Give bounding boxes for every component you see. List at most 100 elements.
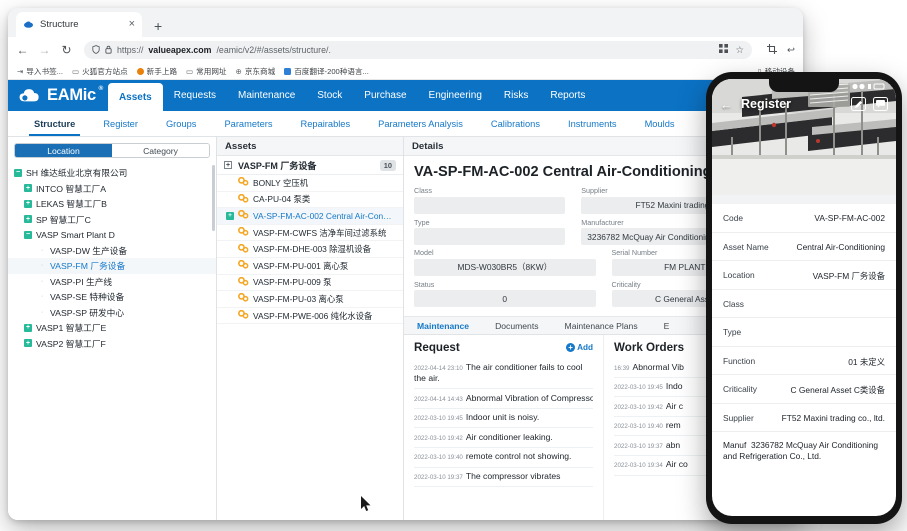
phone-row-criticality[interactable]: Criticality C General Asset C类设备 [712, 375, 896, 404]
request-item[interactable]: 2022-04-14 23:10The air conditioner fail… [414, 358, 593, 389]
request-item[interactable]: 2022-03-10 19:45Indoor unit is noisy. [414, 409, 593, 429]
bookmark-item[interactable]: 新手上路 [137, 66, 177, 77]
tree-node[interactable]: · VASP-DW 生产设备 [8, 243, 216, 259]
tree-node[interactable]: + VASP2 智慧工厂F [8, 336, 216, 352]
bookmark-item[interactable]: ▭ 常用网址 [186, 66, 226, 77]
close-icon[interactable]: × [129, 19, 135, 30]
tree-node[interactable]: + LEKAS 智慧工厂B [8, 196, 216, 212]
phone-row-supplier[interactable]: Supplier FT52 Maxini trading co., ltd. [712, 404, 896, 433]
expand-icon[interactable]: + [226, 212, 234, 220]
bookmark-item[interactable]: 百度翻译-200种语言... [284, 66, 369, 77]
add-request-button[interactable]: + Add [566, 343, 593, 352]
tree-node-label: SP 智慧工厂C [36, 213, 91, 226]
new-tab-button[interactable]: + [154, 19, 162, 33]
nav-item-assets[interactable]: Assets [108, 83, 163, 111]
edit-square-icon[interactable] [851, 97, 866, 111]
tree-node[interactable]: · VASP-PI 生产线 [8, 274, 216, 290]
bookmark-item[interactable]: ⇥ 导入书签... [17, 66, 63, 77]
address-bar[interactable]: https://valueapex.com/eamic/v2/#/assets/… [84, 41, 752, 59]
tab-repairables[interactable]: Repairables [287, 111, 365, 136]
app-logo[interactable]: EAMic® [18, 80, 108, 111]
tree-node[interactable]: + VASP1 智慧工厂E [8, 320, 216, 336]
tree-mode-category[interactable]: Category [112, 144, 209, 157]
nav-item-risks[interactable]: Risks [493, 80, 539, 111]
tab-register[interactable]: Register [89, 111, 152, 136]
tab-documents[interactable]: Documents [482, 317, 551, 334]
nav-item-requests[interactable]: Requests [163, 80, 227, 111]
tree-node[interactable]: − VASP Smart Plant D [8, 227, 216, 243]
asset-list-item[interactable]: VASP-FM-PU-03 离心泵 [217, 291, 403, 308]
tree-node[interactable]: + INTCO 智慧工厂A [8, 181, 216, 197]
asset-list-item[interactable]: VASP-FM-DHE-003 除湿机设备 [217, 241, 403, 258]
phone-row-function[interactable]: Function 01 未定义 [712, 347, 896, 376]
request-item[interactable]: 2022-03-10 19:37The compressor vibrates [414, 468, 593, 488]
tree-node[interactable]: · VASP-SP 研发中心 [8, 305, 216, 321]
bookmark-item[interactable]: ⊕ 京东商城 [236, 66, 276, 77]
expand-icon[interactable]: + [24, 215, 32, 223]
reload-button[interactable]: ↻ [60, 44, 73, 56]
asset-list-item[interactable]: VASP-FM-PWE-006 纯化水设备 [217, 308, 403, 325]
back-button[interactable]: ← [16, 44, 29, 56]
field-value[interactable]: MDS-W030BR5（8KW） [414, 259, 596, 276]
phone-row-manufacturer[interactable]: Manuf 3236782 McQuay Air Conditioning an… [712, 432, 896, 471]
bookmark-item[interactable]: ▭ 火狐官方站点 [72, 66, 128, 77]
tab-moulds[interactable]: Moulds [631, 111, 689, 136]
phone-row-code[interactable]: Code VA-SP-FM-AC-002 [712, 204, 896, 233]
collapse-icon[interactable]: − [14, 169, 22, 177]
field-value[interactable]: 0 [414, 290, 596, 307]
request-item[interactable]: 2022-03-10 19:40remote control not showi… [414, 448, 593, 468]
tab-maintenance-plans[interactable]: Maintenance Plans [552, 317, 651, 334]
expand-icon[interactable]: + [24, 339, 32, 347]
collapse-icon[interactable]: − [24, 231, 32, 239]
expand-icon[interactable]: + [24, 184, 32, 192]
asset-list-item[interactable]: CA-PU-04 泵类 [217, 192, 403, 209]
expand-icon[interactable]: + [224, 161, 232, 169]
tab-parameters[interactable]: Parameters [210, 111, 286, 136]
tree-node[interactable]: − SH 维达纸业北京有限公司 [8, 165, 216, 181]
asset-list-item[interactable]: VASP-FM-CWFS 洁净车间过滤系统 [217, 225, 403, 242]
undo-arrow-icon[interactable]: ↩ [787, 45, 795, 56]
chat-bubble-icon[interactable] [873, 97, 888, 111]
forward-button[interactable]: → [38, 44, 51, 56]
tab-structure[interactable]: Structure [20, 111, 89, 136]
tab-parameters-analysis[interactable]: Parameters Analysis [364, 111, 477, 136]
extensions-icon[interactable] [719, 44, 728, 56]
bookmark-star-icon[interactable]: ☆ [736, 45, 745, 56]
tree-mode-location[interactable]: Location [15, 144, 112, 157]
tab-calibrations[interactable]: Calibrations [477, 111, 554, 136]
request-item[interactable]: 2022-04-14 14:43Abnormal Vibration of Co… [414, 389, 593, 409]
tab-instruments[interactable]: Instruments [554, 111, 631, 136]
responsive-mode-icon[interactable] [767, 44, 777, 57]
asset-list-item[interactable]: VASP-FM-PU-009 泵 [217, 275, 403, 292]
tree-node-label: VASP2 智慧工厂F [36, 337, 106, 350]
asset-list-item-selected[interactable]: + VA-SP-FM-AC-002 Central Air-Conditioni… [217, 208, 403, 225]
field-value[interactable] [414, 197, 565, 214]
asset-list-item[interactable]: VASP-FM-PU-001 离心泵 [217, 258, 403, 275]
tree-node-selected[interactable]: · VASP-FM 厂务设备 [8, 258, 216, 274]
phone-row-type[interactable]: Type [712, 318, 896, 347]
leaf-icon: · [38, 277, 46, 285]
back-arrow-icon[interactable]: ← [720, 98, 733, 111]
tab-extra[interactable]: E [651, 317, 683, 334]
tree-node[interactable]: · VASP-SE 特种设备 [8, 289, 216, 305]
add-request-label: Add [577, 343, 593, 352]
tree-scrollbar[interactable] [212, 165, 215, 231]
expand-icon[interactable]: + [24, 200, 32, 208]
browser-tab[interactable]: Structure × [16, 12, 142, 37]
phone-row-class[interactable]: Class [712, 290, 896, 319]
nav-item-purchase[interactable]: Purchase [353, 80, 417, 111]
field-value[interactable] [414, 228, 565, 245]
request-item[interactable]: 2022-03-10 19:42Air conditioner leaking. [414, 428, 593, 448]
tab-groups[interactable]: Groups [152, 111, 211, 136]
tab-maintenance[interactable]: Maintenance [404, 317, 482, 334]
phone-row-asset-name[interactable]: Asset Name Central Air-Conditioning [712, 233, 896, 262]
assets-group-header[interactable]: + VASP-FM 厂务设备 10 [217, 156, 403, 175]
asset-list-item[interactable]: BONLY 空压机 [217, 175, 403, 192]
tree-node[interactable]: + SP 智慧工厂C [8, 212, 216, 228]
nav-item-engineering[interactable]: Engineering [418, 80, 493, 111]
phone-row-location[interactable]: Location VASP-FM 厂务设备 [712, 261, 896, 290]
nav-item-reports[interactable]: Reports [539, 80, 596, 111]
nav-item-maintenance[interactable]: Maintenance [227, 80, 306, 111]
nav-item-stock[interactable]: Stock [306, 80, 353, 111]
expand-icon[interactable]: + [24, 324, 32, 332]
